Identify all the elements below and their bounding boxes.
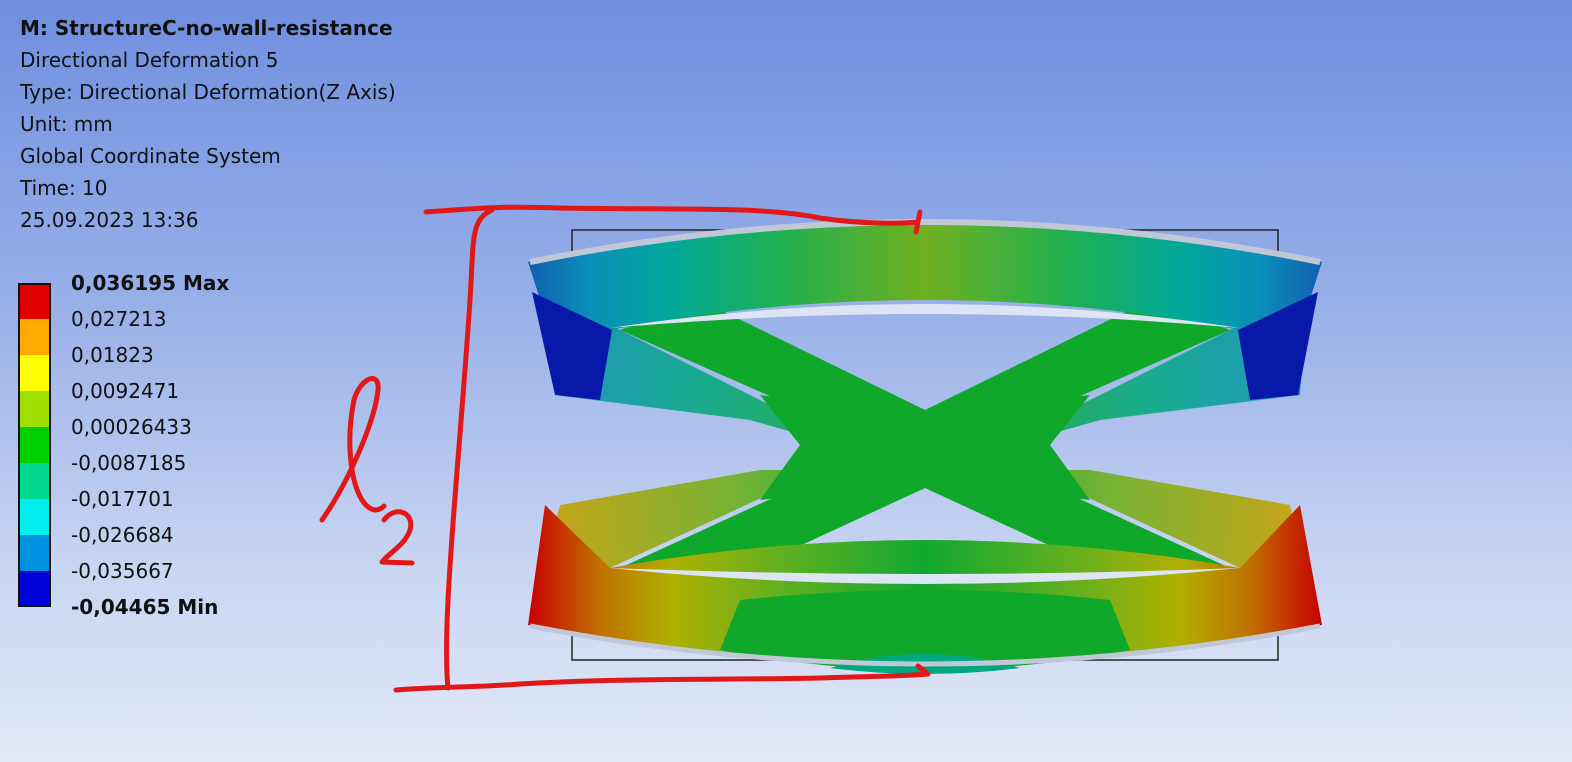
l-symbol (319, 376, 387, 523)
model-viewport[interactable] (0, 0, 1572, 762)
deformed-structure[interactable] (528, 219, 1322, 674)
subscript-two (379, 509, 415, 566)
dimension-bracket (444, 207, 495, 691)
